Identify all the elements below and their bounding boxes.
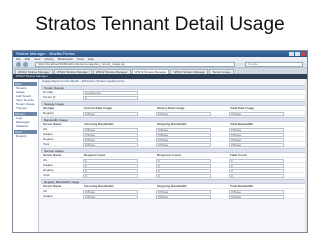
value-field: 3 <box>83 95 138 100</box>
value-field: 0 Bytes <box>229 142 284 147</box>
value-field: 0 Bytes <box>83 111 138 116</box>
url-input[interactable]: https://localhost:9443/carbon/tenant-usa… <box>35 62 235 67</box>
value-field: 0 Bytes <box>83 137 138 142</box>
table-row: Total 0 0 0 <box>41 173 307 178</box>
value-field: ayesha.com <box>83 90 138 95</box>
value-field: 0 Bytes <box>229 111 284 116</box>
value-field: 0 <box>229 158 284 163</box>
value-field: 0 <box>83 158 138 163</box>
row-label: Gadget <box>43 194 53 198</box>
value-field: 0 Bytes <box>156 189 211 194</box>
row-label: AS <box>43 158 48 162</box>
row-label: Registry <box>43 111 55 115</box>
value-field: 0 Bytes <box>83 132 138 137</box>
search-input[interactable]: Google <box>245 62 303 67</box>
row-label: Registry <box>43 168 55 172</box>
row-label: AS <box>43 127 48 131</box>
value-field: 0 <box>156 163 211 168</box>
value-field: 0 Bytes <box>156 132 211 137</box>
row-label: Gadget <box>43 132 53 136</box>
minimize-icon[interactable] <box>289 52 294 56</box>
usage-section: Storage Usage Storage Current Data Usage Hi… <box>41 101 307 116</box>
column-header: Server Name <box>43 184 62 188</box>
column-header: Request Count <box>84 153 106 157</box>
value-field: 0 <box>83 168 138 173</box>
maximize-icon[interactable] <box>295 52 300 56</box>
table-row: Gadget 0 Bytes 0 Bytes 0 Bytes <box>41 194 307 199</box>
value-field: 0 Bytes <box>229 132 284 137</box>
column-header: Response Count <box>157 153 181 157</box>
table-row: Total 0 Bytes 0 Bytes 0 Bytes <box>41 142 307 147</box>
column-header: Outgoing Bandwidth <box>157 122 187 126</box>
close-icon[interactable] <box>301 52 306 56</box>
column-header: Incoming Bandwidth <box>84 122 114 126</box>
row-label: Tenant Id <box>43 95 56 99</box>
usage-section: Service Usage Server Name Request Count Res… <box>41 148 307 178</box>
usage-section: Tenant Domain Domain ayesha.com Tenant Id 3 <box>41 85 307 100</box>
column-header: Current Data Usage <box>84 106 113 110</box>
column-header: Storage <box>43 106 55 110</box>
main-content: Usage Report for the Month - 2010-Nov (T… <box>41 79 307 232</box>
value-field: 0 <box>83 173 138 178</box>
navigation-bar: https://localhost:9443/carbon/tenant-usa… <box>13 61 307 68</box>
row-label: AS <box>43 189 48 193</box>
sidebar-item[interactable]: Statistics <box>14 124 37 128</box>
value-field: 0 <box>156 168 211 173</box>
value-field: 0 Bytes <box>229 189 284 194</box>
value-field: 0 <box>229 173 284 178</box>
column-header: Incoming Bandwidth <box>84 184 114 188</box>
value-field: 0 <box>83 163 138 168</box>
scrollbar[interactable] <box>305 79 307 232</box>
column-header: Total Data Usage <box>230 106 255 110</box>
row-label: Domain <box>43 90 54 94</box>
sidebar: Main Tenants Usage Add Tenant View Tenants Te… <box>13 79 39 232</box>
usage-section: Bandwidth Usage Server Name Incoming Bandw… <box>41 117 307 147</box>
sidebar-item[interactable]: Registry <box>14 134 37 138</box>
value-field: 0 <box>156 173 211 178</box>
window-controls <box>289 52 306 56</box>
value-field: 0 Bytes <box>83 142 138 147</box>
window-title: Stratos Manager - Mozilla Firefox <box>16 51 75 56</box>
value-field: 0 Bytes <box>156 194 211 199</box>
value-field: 0 Bytes <box>156 127 211 132</box>
sidebar-item[interactable]: Themes <box>14 106 37 110</box>
column-header: Total Bandwidth <box>230 122 254 126</box>
column-header: History Data Usage <box>157 106 185 110</box>
column-header: Server Name <box>43 153 62 157</box>
row-label: Registry <box>43 137 55 141</box>
row-label: Total <box>43 142 50 146</box>
row-label: Gadget <box>43 163 53 167</box>
value-field: 0 Bytes <box>156 142 211 147</box>
slide-title: Stratos Tennant Detail Usage <box>35 14 285 35</box>
value-field: 0 Bytes <box>83 194 138 199</box>
column-header: Fault Count <box>230 153 247 157</box>
value-field: 0 Bytes <box>229 127 284 132</box>
value-field: 0 Bytes <box>83 127 138 132</box>
breadcrumb: Usage Report for the Month - 2010-Nov (T… <box>42 79 125 83</box>
value-field: 0 Bytes <box>156 137 211 142</box>
usage-section: Registry Bandwidth Usage Server Name Incom… <box>41 179 307 199</box>
value-field: 0 <box>229 163 284 168</box>
value-field: 0 <box>229 168 284 173</box>
column-header: Server Name <box>43 122 62 126</box>
back-icon[interactable] <box>16 62 21 67</box>
usage-sections: Tenant Domain Domain ayesha.com Tenant Id 3 S… <box>41 85 307 199</box>
forward-icon[interactable] <box>23 62 28 67</box>
value-field: 0 Bytes <box>156 111 211 116</box>
table-row: Tenant Id 3 <box>41 95 307 100</box>
column-header: Outgoing Bandwidth <box>157 184 187 188</box>
value-field: 0 Bytes <box>229 137 284 142</box>
value-field: 0 Bytes <box>229 194 284 199</box>
table-row: Registry 0 Bytes 0 Bytes 0 Bytes <box>41 111 307 116</box>
column-header: Total Bandwidth <box>230 184 254 188</box>
row-label: Total <box>43 173 50 177</box>
value-field: 0 <box>156 158 211 163</box>
value-field: 0 Bytes <box>83 189 138 194</box>
browser-window: Stratos Manager - Mozilla Firefox File Ed… <box>12 50 308 233</box>
